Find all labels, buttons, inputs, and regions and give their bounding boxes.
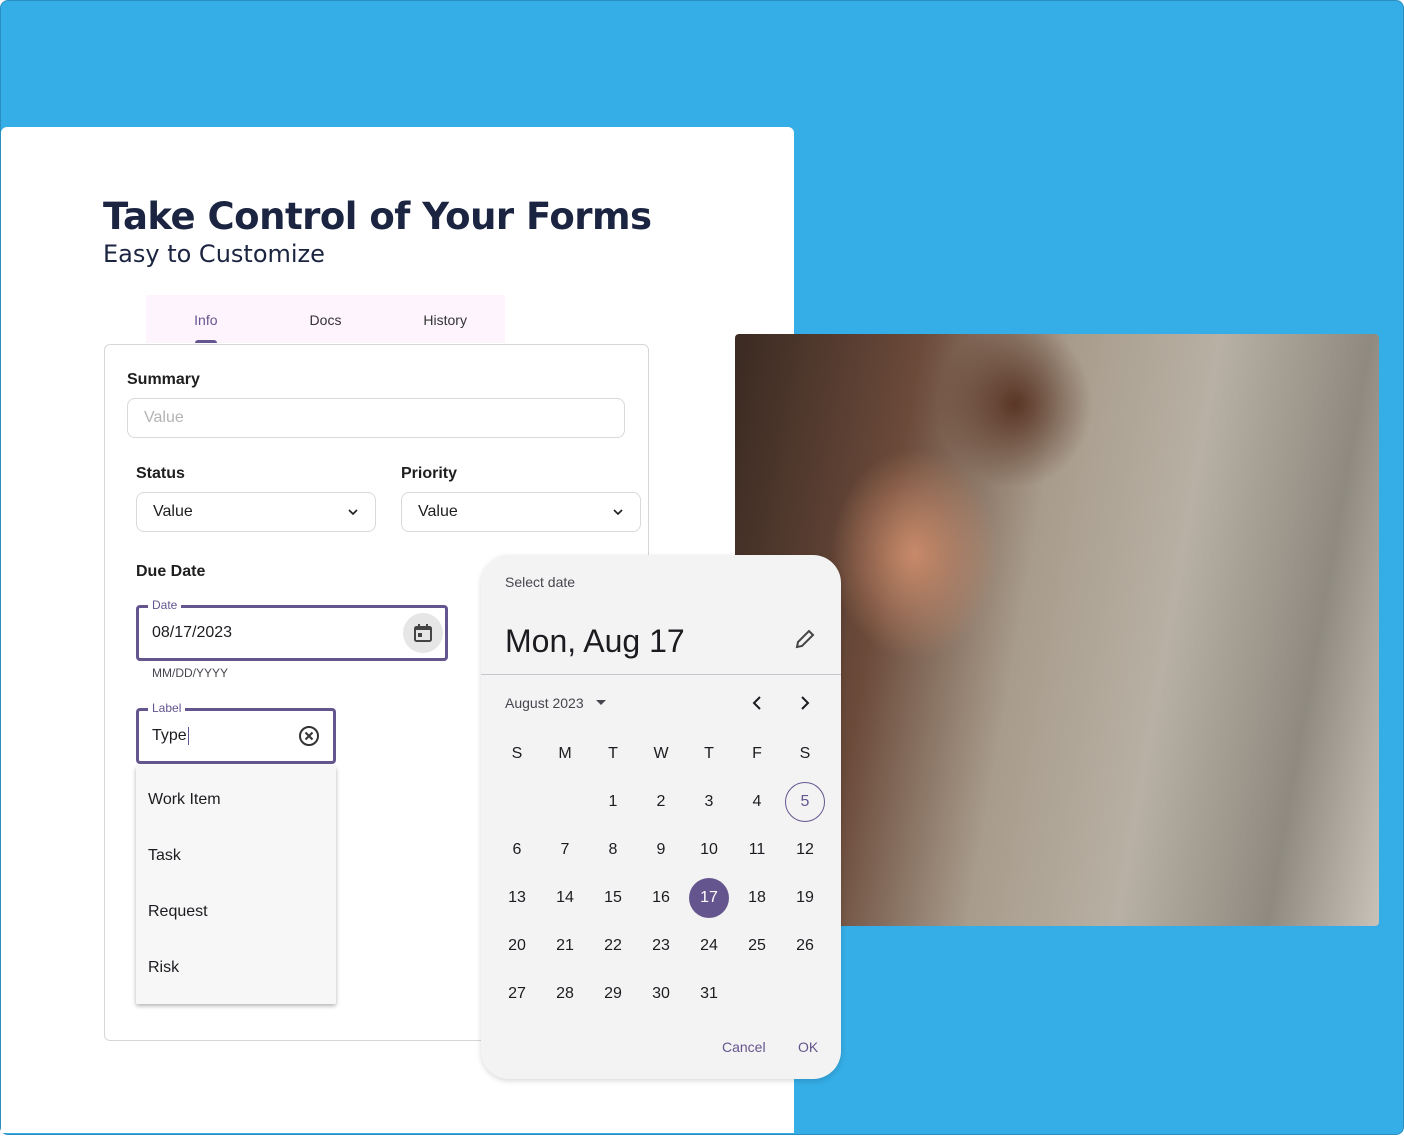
tab-bar: Info Docs History <box>146 295 505 343</box>
page-title: Take Control of Your Forms <box>103 195 652 238</box>
date-value: 08/17/2023 <box>152 624 233 641</box>
day-cell[interactable]: 22 <box>593 926 633 966</box>
tab-docs[interactable]: Docs <box>266 295 386 343</box>
type-combobox[interactable]: Type <box>136 708 336 764</box>
priority-value: Value <box>418 503 458 520</box>
date-picker-dialog: Select date Mon, Aug 17 August 2023 S M T W… <box>481 555 841 1079</box>
type-input-value: Type <box>152 727 189 745</box>
status-select[interactable]: Value <box>136 492 376 532</box>
selected-date-display: Mon, Aug 17 <box>505 623 685 659</box>
day-cell[interactable]: 6 <box>497 830 537 870</box>
day-cell[interactable]: 23 <box>641 926 681 966</box>
day-cell[interactable]: 7 <box>545 830 585 870</box>
day-cell[interactable]: 18 <box>737 878 777 918</box>
menu-item-work-item[interactable]: Work Item <box>148 791 221 809</box>
day-cell[interactable]: 15 <box>593 878 633 918</box>
weekday-header: W <box>653 745 669 762</box>
page-subtitle: Easy to Customize <box>103 240 325 268</box>
day-cell[interactable]: 25 <box>737 926 777 966</box>
day-today[interactable]: 5 <box>785 782 825 822</box>
weekday-header: T <box>608 745 618 762</box>
cancel-button[interactable]: Cancel <box>722 1039 766 1055</box>
priority-select[interactable]: Value <box>401 492 641 532</box>
next-month-icon[interactable] <box>799 695 811 711</box>
day-cell[interactable]: 30 <box>641 974 681 1014</box>
weekday-header: S <box>511 745 523 762</box>
day-cell[interactable]: 21 <box>545 926 585 966</box>
menu-item-risk[interactable]: Risk <box>148 959 179 977</box>
summary-placeholder: Value <box>144 409 184 426</box>
weekday-header: F <box>752 745 762 762</box>
day-cell[interactable]: 2 <box>641 782 681 822</box>
month-label: August 2023 <box>505 695 584 711</box>
chevron-down-icon <box>613 509 623 516</box>
tab-history[interactable]: History <box>385 295 505 343</box>
divider <box>481 674 841 675</box>
weekday-header: T <box>704 745 714 762</box>
summary-input[interactable]: Value <box>127 398 625 438</box>
day-cell[interactable]: 4 <box>737 782 777 822</box>
status-value: Value <box>153 503 193 520</box>
menu-item-request[interactable]: Request <box>148 903 208 921</box>
weekday-header: S <box>799 745 811 762</box>
menu-item-task[interactable]: Task <box>148 847 181 865</box>
day-selected[interactable]: 17 <box>689 878 729 918</box>
previous-month-icon[interactable] <box>751 695 763 711</box>
date-picker-heading: Select date <box>505 574 576 590</box>
day-cell[interactable]: 11 <box>737 830 777 870</box>
priority-label: Priority <box>401 465 458 482</box>
calendar-button[interactable] <box>403 613 443 653</box>
day-cell[interactable]: 19 <box>785 878 825 918</box>
day-cell[interactable]: 26 <box>785 926 825 966</box>
day-cell[interactable]: 24 <box>689 926 729 966</box>
tab-info[interactable]: Info <box>146 295 266 343</box>
status-label: Status <box>136 465 185 482</box>
type-floating-label: Label <box>148 701 186 715</box>
type-dropdown-menu: Work Item Task Request Risk <box>136 766 336 1004</box>
day-cell[interactable]: 1 <box>593 782 633 822</box>
day-cell[interactable]: 9 <box>641 830 681 870</box>
edit-pencil-icon[interactable] <box>794 628 816 650</box>
day-cell[interactable]: 10 <box>689 830 729 870</box>
day-cell[interactable]: 29 <box>593 974 633 1014</box>
day-cell[interactable]: 8 <box>593 830 633 870</box>
day-cell[interactable]: 28 <box>545 974 585 1014</box>
day-cell[interactable]: 12 <box>785 830 825 870</box>
day-cell[interactable]: 20 <box>497 926 537 966</box>
date-input[interactable]: 08/17/2023 <box>136 605 448 661</box>
day-cell[interactable]: 31 <box>689 974 729 1014</box>
weekday-header: M <box>558 745 572 762</box>
due-date-label: Due Date <box>136 563 206 580</box>
ok-button[interactable]: OK <box>798 1039 818 1055</box>
day-cell[interactable]: 3 <box>689 782 729 822</box>
calendar-icon <box>414 624 432 642</box>
day-cell[interactable]: 27 <box>497 974 537 1014</box>
date-helper-text: MM/DD/YYYY <box>152 666 229 680</box>
date-floating-label: Date <box>148 598 182 612</box>
summary-label: Summary <box>127 371 200 388</box>
month-year-selector[interactable]: August 2023 <box>505 695 606 711</box>
day-cell[interactable]: 14 <box>545 878 585 918</box>
chevron-down-icon <box>348 509 358 516</box>
day-cell[interactable]: 13 <box>497 878 537 918</box>
clear-icon[interactable] <box>298 725 320 747</box>
day-cell[interactable]: 16 <box>641 878 681 918</box>
caret-down-icon <box>595 700 606 705</box>
